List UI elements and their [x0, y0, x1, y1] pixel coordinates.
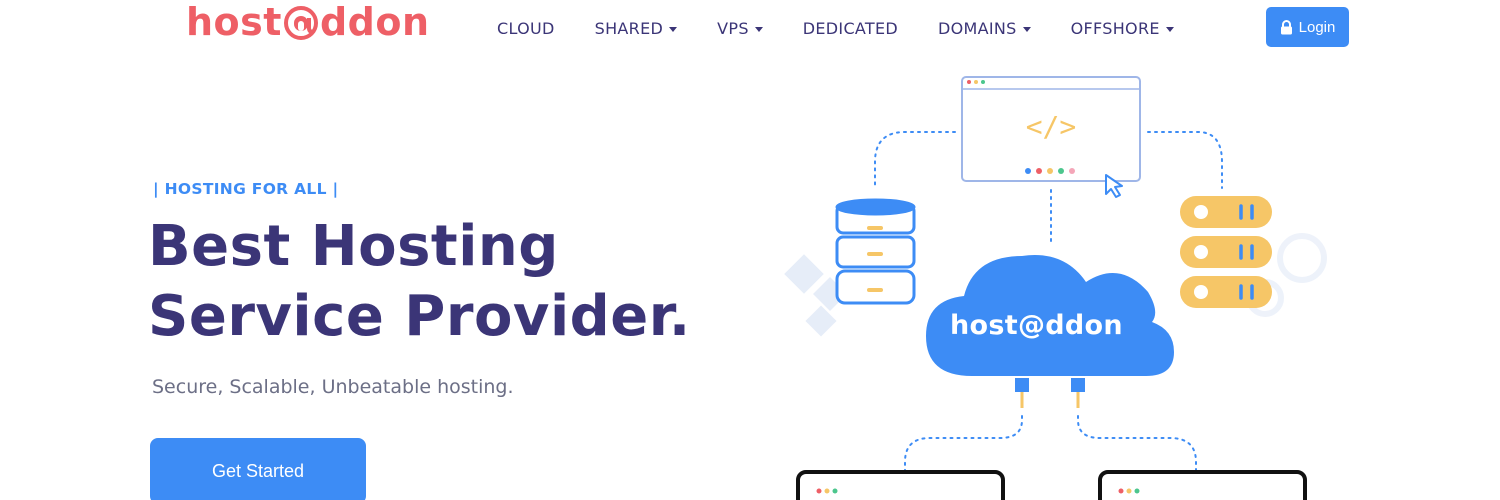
brand-logo[interactable]: host ddon: [186, 0, 430, 48]
get-started-button[interactable]: Get Started: [150, 438, 366, 500]
chevron-down-icon: [754, 26, 763, 32]
nav-label: DOMAINS: [938, 18, 1017, 38]
nav-label: VPS: [717, 18, 749, 38]
database-icon: [835, 198, 916, 305]
headline-line-2: Service Provider.: [148, 284, 691, 349]
cable-connectors: [1015, 378, 1085, 408]
nav-label: CLOUD: [497, 18, 555, 38]
login-button[interactable]: Login: [1266, 7, 1349, 47]
brand-name-end: ddon: [319, 0, 430, 44]
server-rack-icon: [1180, 196, 1272, 308]
hero-subtext: Secure, Scalable, Unbeatable hosting.: [152, 376, 514, 398]
hosting-illustration: </> host@ddon: [760, 60, 1360, 500]
chevron-down-icon: [1022, 26, 1031, 32]
nav-label: DEDICATED: [802, 18, 899, 38]
brand-name-start: host: [186, 0, 282, 44]
nav-item-shared[interactable]: SHARED: [594, 16, 678, 40]
main-nav: CLOUD SHARED VPS DEDICATED DOMAINS OFFSH…: [497, 16, 1174, 40]
code-glyph: </>: [1026, 110, 1077, 143]
network-diagram: </>: [784, 76, 1327, 500]
chevron-down-icon: [669, 26, 678, 32]
nav-item-dedicated[interactable]: DEDICATED: [803, 16, 898, 40]
nav-item-domains[interactable]: DOMAINS: [938, 16, 1031, 40]
login-label: Login: [1298, 18, 1336, 36]
nav-label: OFFSHORE: [1070, 18, 1160, 38]
hero-eyebrow: | HOSTING FOR ALL |: [153, 180, 339, 198]
code-window: </>: [961, 76, 1141, 198]
nav-item-cloud[interactable]: CLOUD: [497, 16, 555, 40]
chevron-down-icon: [1165, 26, 1174, 32]
nav-item-offshore[interactable]: OFFSHORE: [1071, 16, 1174, 40]
laptop-icon: [1098, 470, 1307, 500]
laptop-icon: [796, 470, 1005, 500]
lock-icon: [1280, 19, 1293, 35]
headline-line-1: Best Hosting: [148, 214, 559, 279]
hero-headline: Best Hosting Service Provider.: [148, 212, 691, 352]
at-sign-icon: [283, 4, 319, 40]
nav-label: SHARED: [594, 18, 664, 38]
nav-item-vps[interactable]: VPS: [717, 16, 763, 40]
cloud-brand-label: host@ddon: [950, 310, 1123, 341]
